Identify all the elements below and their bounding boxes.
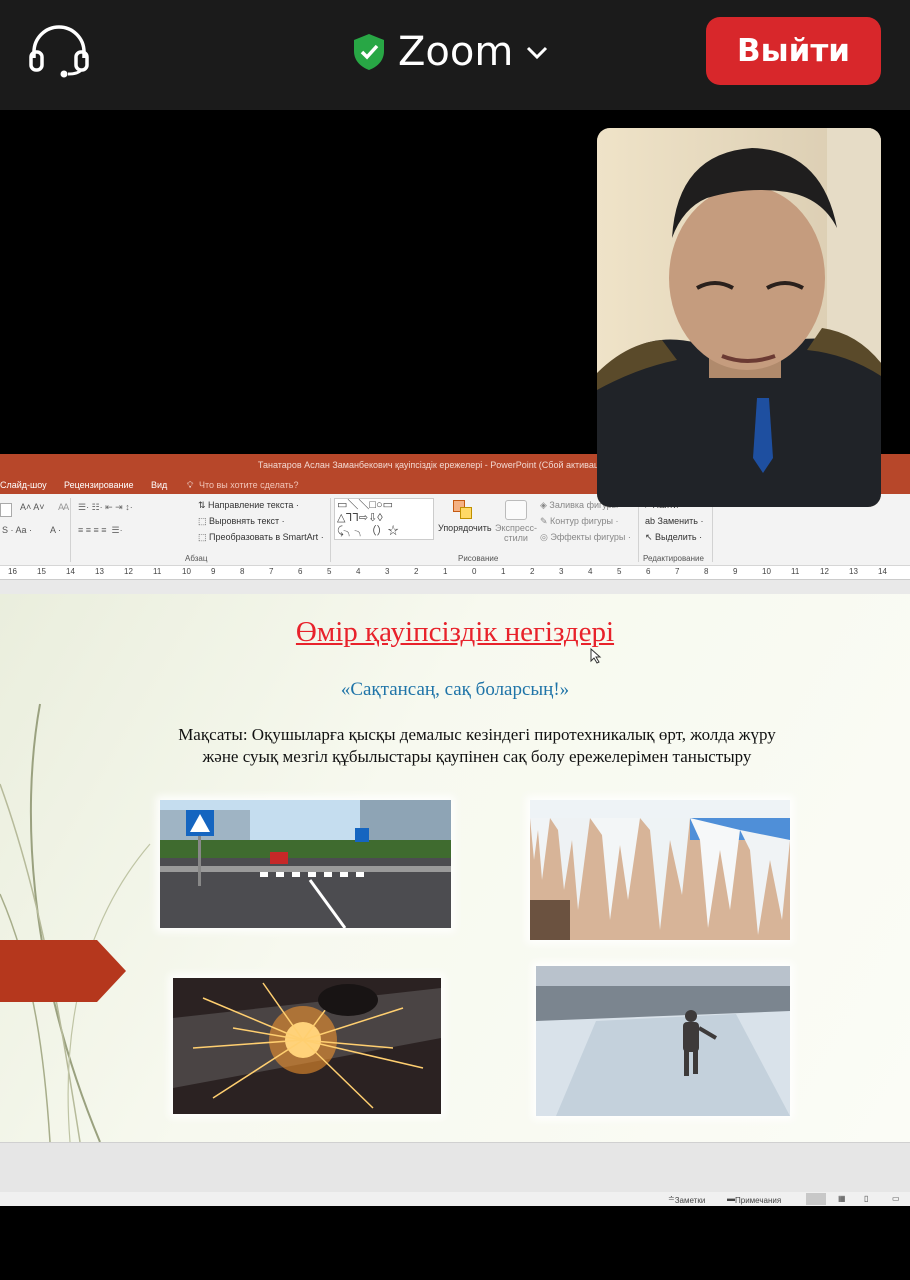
slide-subtitle[interactable]: «Сақтансаң, сақ боларсың!»	[0, 679, 910, 701]
text-direction-button[interactable]: ⇅ Направление текста ·	[198, 500, 299, 511]
align-icons[interactable]: ≡ ≡ ≡ ≡ ☰·	[78, 525, 123, 536]
ruler-tick: 16	[8, 567, 17, 576]
ruler-tick: 5	[327, 567, 332, 576]
shapes-gallery[interactable]: ▭＼＼□○▭ △ᒣᒣ⇨⇩◊ ⤹╮╮（）☆	[334, 498, 434, 540]
ruler-tick: 0	[472, 567, 477, 576]
tab-review[interactable]: Рецензирование	[64, 480, 134, 490]
tab-view[interactable]: Вид	[151, 480, 167, 490]
sparks-photo[interactable]	[173, 978, 441, 1114]
ruler-tick: 15	[37, 567, 46, 576]
normal-view-button[interactable]	[806, 1193, 826, 1205]
ruler-tick: 3	[385, 567, 390, 576]
quick-styles-button[interactable]: Экспресс- стили	[494, 500, 538, 543]
ruler-tick: 1	[501, 567, 506, 576]
app-title: Zoom	[398, 29, 514, 75]
slideshow-view-icon[interactable]: ▭	[892, 1194, 900, 1203]
text-shadow-icon[interactable]: S · Aa ·	[2, 525, 32, 535]
ruler-tick: 6	[646, 567, 651, 576]
select-button[interactable]: ↖ Выделить ·	[645, 532, 702, 543]
lightbulb-icon: 💡︎	[187, 480, 194, 490]
meeting-title[interactable]: Zoom	[352, 28, 549, 76]
comments-button[interactable]: ▬ Примечания	[727, 1194, 781, 1205]
shape-outline-button[interactable]: ✎ Контур фигуры ·	[540, 516, 618, 527]
shared-screen: Танатаров Аслан Заманбекович қауіпсіздік…	[0, 454, 910, 1206]
ruler-tick: 1	[443, 567, 448, 576]
notes-button[interactable]: ≐ Заметки	[668, 1194, 705, 1205]
ruler-tick: 3	[559, 567, 564, 576]
tell-me-search[interactable]: Что вы хотите сделать?	[199, 480, 299, 490]
arrange-button[interactable]: Упорядочить	[438, 500, 492, 533]
arrange-icon	[453, 500, 473, 520]
ruler-tick: 8	[240, 567, 245, 576]
ruler-tick: 14	[878, 567, 887, 576]
horizontal-ruler: 16 15 14 13 12 11 10 9 8 7 6 5 4 3 2 1 0 1 2 3 4 5 6 7 8 9 10 11 12 1…	[0, 566, 910, 580]
reading-view-icon[interactable]: ▯	[864, 1194, 868, 1203]
ruler-tick: 7	[675, 567, 680, 576]
leave-button[interactable]: Выйти	[706, 17, 881, 85]
icy-sidewalk-photo[interactable]	[536, 966, 790, 1116]
replace-button[interactable]: ab Заменить ·	[645, 516, 703, 526]
ruler-tick: 4	[356, 567, 361, 576]
ruler-tick: 2	[414, 567, 419, 576]
font-size-box[interactable]	[0, 503, 12, 517]
font-color-icon[interactable]: A ·	[50, 525, 61, 535]
sorter-view-icon[interactable]: ▦	[838, 1194, 846, 1203]
ruler-tick: 11	[791, 567, 800, 576]
ruler-tick: 7	[269, 567, 274, 576]
smartart-button[interactable]: ⬚ Преобразовать в SmartArt ·	[198, 532, 324, 543]
group-editing-label: Редактирование	[643, 554, 704, 563]
decorative-lines	[0, 703, 151, 1142]
security-shield-icon	[354, 34, 384, 70]
chevron-down-icon	[527, 46, 548, 60]
participant-video[interactable]	[597, 128, 881, 507]
ruler-tick: 12	[820, 567, 829, 576]
goal-line-1: Мақсаты: Оқушыларға қысқы демалыс кезінд…	[178, 725, 776, 744]
slide-title[interactable]: Өмір қауіпсіздік негіздері	[0, 616, 910, 649]
ruler-tick: 13	[849, 567, 858, 576]
road-crosswalk-photo[interactable]	[160, 800, 451, 928]
ruler-tick: 12	[124, 567, 133, 576]
ruler-tick: 14	[66, 567, 75, 576]
group-paragraph-label: Абзац	[185, 554, 208, 563]
goal-line-2: және суық мезгіл құбылыстары қаупінен са…	[202, 747, 752, 766]
slide-goal-text[interactable]: Мақсаты: Оқушыларға қысқы демалыс кезінд…	[150, 724, 804, 768]
ruler-tick: 4	[588, 567, 593, 576]
ruler-tick: 10	[182, 567, 191, 576]
tab-slideshow[interactable]: Слайд-шоу	[0, 480, 47, 490]
ruler-tick: 13	[95, 567, 104, 576]
status-bar: ≐ Заметки ▬ Примечания ▦ ▯ ▭	[0, 1192, 910, 1206]
ruler-tick: 10	[762, 567, 771, 576]
bullets-icon[interactable]: ☰· ☷· ⇤ ⇥ ↕·	[78, 502, 133, 513]
zoom-top-bar: Zoom Выйти	[0, 0, 910, 110]
ruler-tick: 9	[211, 567, 216, 576]
ruler-tick: 8	[704, 567, 709, 576]
font-grow-icon[interactable]: A˄ A˅	[20, 502, 45, 512]
ruler-tick: 6	[298, 567, 303, 576]
headphones-icon[interactable]	[28, 24, 90, 78]
ruler-tick: 2	[530, 567, 535, 576]
ruler-tick: 9	[733, 567, 738, 576]
quick-styles-icon	[505, 500, 527, 520]
notes-pane[interactable]	[0, 1142, 910, 1192]
shape-effects-button[interactable]: ◎ Эффекты фигуры ·	[540, 532, 631, 543]
ruler-tick: 11	[153, 567, 162, 576]
align-text-button[interactable]: ⬚ Выровнять текст ·	[198, 516, 285, 527]
ruler-tick: 5	[617, 567, 622, 576]
slide: Өмір қауіпсіздік негіздері «Сақтансаң, с…	[0, 594, 910, 1142]
icicles-photo[interactable]	[530, 800, 790, 940]
group-drawing-label: Рисование	[458, 554, 499, 563]
clear-format-icon[interactable]: Ꜳ	[58, 502, 69, 513]
mouse-cursor-icon	[590, 648, 602, 664]
